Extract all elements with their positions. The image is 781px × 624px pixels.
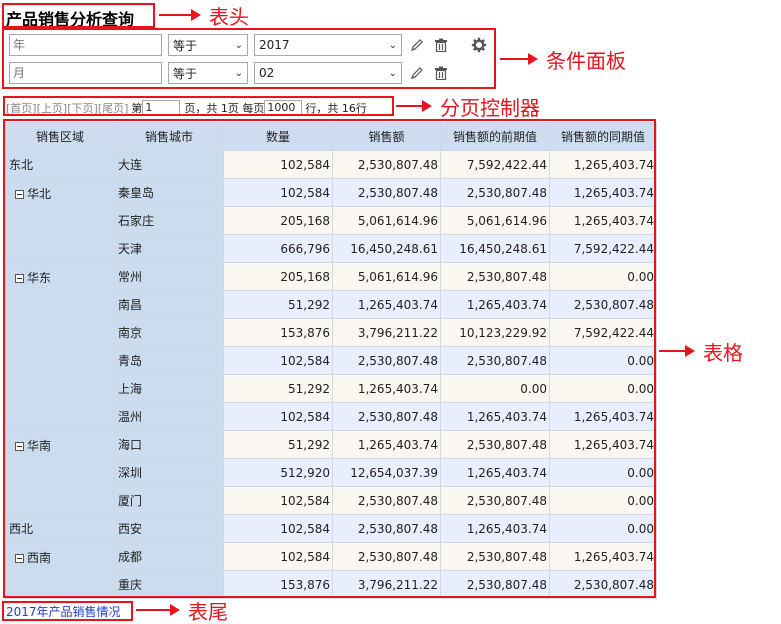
year-operator-select[interactable]: 等于 ⌄ [168, 34, 248, 56]
footer-annotation-box [2, 601, 133, 621]
month-value-select[interactable]: 02 ⌄ [254, 62, 402, 84]
condition-row-year: 等于 ⌄ 2017 ⌄ [9, 34, 488, 56]
year-value-select[interactable]: 2017 ⌄ [254, 34, 402, 56]
table-arrow [659, 345, 695, 357]
header-arrow [159, 9, 201, 21]
footer-callout: 表尾 [136, 599, 228, 624]
pager-callout: 分页控制器 [396, 94, 540, 120]
condition-row-month: 等于 ⌄ 02 ⌄ [9, 62, 450, 84]
pager-annotation-box [3, 96, 394, 116]
chevron-down-icon: ⌄ [234, 67, 243, 79]
trash-icon[interactable] [432, 36, 450, 54]
chevron-down-icon: ⌄ [234, 39, 243, 51]
month-operator-select[interactable]: 等于 ⌄ [168, 62, 248, 84]
pencil-icon[interactable] [408, 64, 426, 82]
condition-panel-arrow [500, 53, 538, 65]
footer-arrow [136, 604, 180, 616]
pager-arrow [396, 100, 432, 112]
year-field[interactable] [9, 34, 162, 56]
header-annotation-box [2, 3, 155, 28]
trash-icon[interactable] [432, 64, 450, 82]
pager-callout-text: 分页控制器 [440, 95, 540, 120]
chevron-down-icon: ⌄ [388, 39, 397, 51]
year-value: 2017 [259, 38, 290, 52]
month-field[interactable] [9, 62, 162, 84]
condition-panel-callout: 条件面板 [500, 46, 626, 73]
footer-callout-text: 表尾 [188, 599, 228, 624]
month-value: 02 [259, 66, 275, 80]
condition-panel-callout-text: 条件面板 [546, 48, 626, 73]
pencil-icon[interactable] [408, 36, 426, 54]
chevron-down-icon: ⌄ [388, 67, 397, 79]
header-callout: 表头 [159, 3, 249, 29]
month-operator-value: 等于 [173, 66, 198, 81]
year-operator-value: 等于 [173, 38, 198, 53]
table-callout: 表格 [659, 338, 743, 365]
table-annotation-box [3, 119, 656, 598]
table-callout-text: 表格 [703, 340, 743, 365]
header-callout-text: 表头 [209, 4, 249, 29]
gear-icon[interactable] [470, 36, 488, 54]
